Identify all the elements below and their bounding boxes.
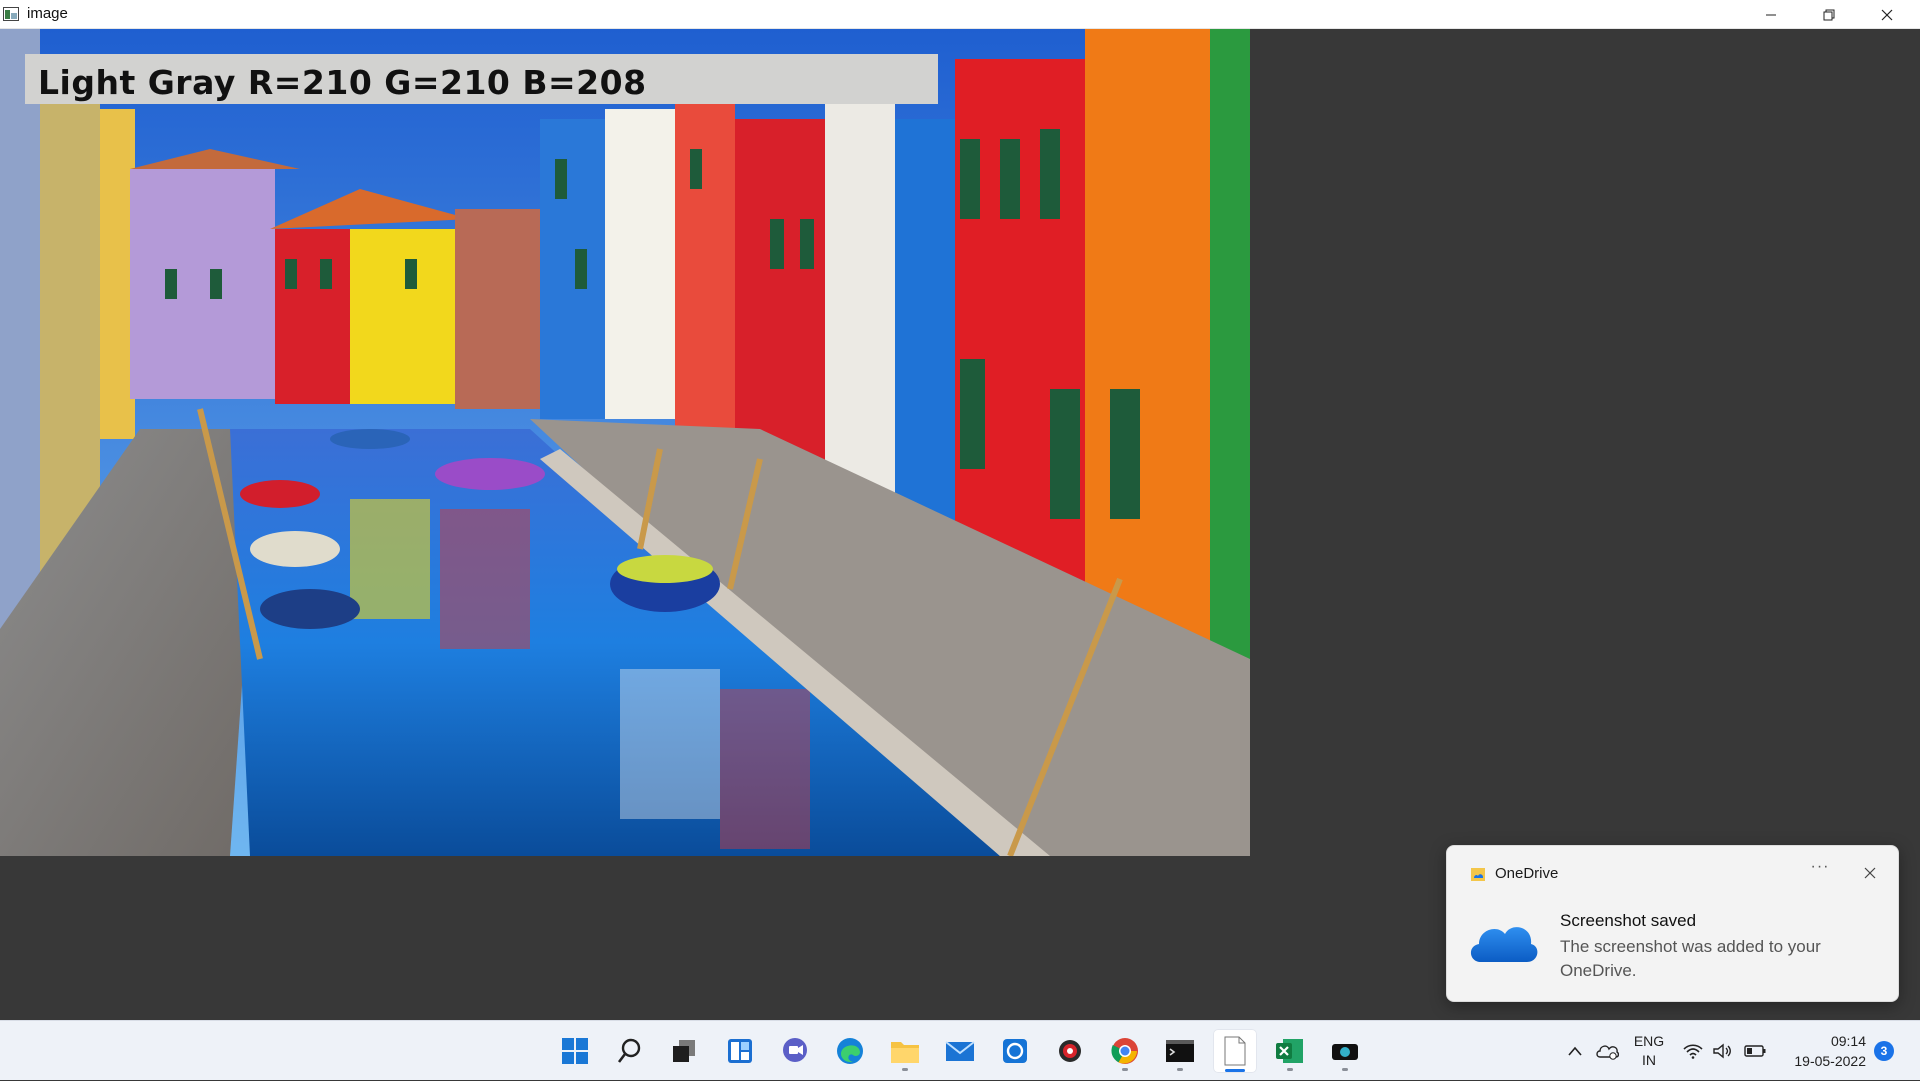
- battery-icon: [1744, 1045, 1766, 1057]
- notification-count-badge[interactable]: 3: [1874, 1041, 1894, 1061]
- toast-close-icon[interactable]: [1860, 863, 1880, 883]
- language-code: ENG: [1633, 1033, 1665, 1049]
- minimize-icon: [1766, 14, 1776, 15]
- widgets-button[interactable]: [718, 1029, 762, 1073]
- more-options-button[interactable]: ···: [1805, 858, 1835, 882]
- start-icon: [562, 1038, 588, 1064]
- running-indicator: [1122, 1068, 1128, 1071]
- edge-button[interactable]: [828, 1029, 872, 1073]
- image-canvas[interactable]: Light Gray R=210 G=210 B=208: [0, 29, 1250, 856]
- mail-icon: [945, 1041, 975, 1061]
- search-button[interactable]: [608, 1029, 652, 1073]
- wifi-icon: [1683, 1044, 1703, 1059]
- active-indicator: [1225, 1069, 1245, 1072]
- close-window-button[interactable]: [1858, 0, 1916, 29]
- task-view-icon: [673, 1040, 695, 1062]
- file-explorer-icon: [891, 1042, 919, 1063]
- terminal-button[interactable]: [1158, 1029, 1202, 1073]
- clock-time: 09:14: [1830, 1033, 1866, 1049]
- restore-button[interactable]: [1800, 0, 1858, 29]
- onedrive-notification[interactable]: OneDrive ··· Screenshot saved The screen…: [1446, 845, 1899, 1002]
- restore-icon: [1823, 9, 1835, 20]
- excel-button[interactable]: [1268, 1029, 1312, 1073]
- onedrive-cloud-icon: [1470, 927, 1538, 962]
- close-icon: [1881, 9, 1893, 20]
- clock-button[interactable]: 09:14 19-05-2022: [1780, 1021, 1866, 1081]
- color-readout-label: Light Gray R=210 G=210 B=208: [38, 63, 647, 102]
- window-title: image: [27, 5, 68, 22]
- window-app-icon: [3, 7, 19, 21]
- toast-app-name: OneDrive: [1495, 865, 1559, 882]
- volume-icon: [1713, 1043, 1731, 1059]
- battery-button[interactable]: [1740, 1021, 1770, 1081]
- store-app-button[interactable]: [993, 1029, 1037, 1073]
- task-view-button[interactable]: [662, 1029, 706, 1073]
- show-hidden-icons-button[interactable]: [1562, 1021, 1588, 1081]
- chat-icon: [783, 1038, 807, 1062]
- canal-photo: [0, 29, 1250, 856]
- onedrive-tray-icon: [1596, 1045, 1619, 1060]
- edge-icon: [837, 1038, 863, 1064]
- running-indicator: [902, 1068, 908, 1071]
- file-explorer-button[interactable]: [883, 1029, 927, 1073]
- camera-button[interactable]: [1323, 1029, 1367, 1073]
- mail-button[interactable]: [938, 1029, 982, 1073]
- onedrive-app-icon: [1471, 868, 1485, 881]
- chat-button[interactable]: [773, 1029, 817, 1073]
- onedrive-tray-button[interactable]: [1592, 1021, 1622, 1081]
- notepad-icon: [1224, 1036, 1246, 1066]
- toast-title: Screenshot saved: [1560, 911, 1697, 930]
- running-indicator: [1342, 1068, 1348, 1071]
- chrome-icon: [1111, 1038, 1138, 1064]
- toast-body: The screenshot was added to your OneDriv…: [1560, 937, 1821, 980]
- search-icon: [617, 1038, 641, 1063]
- language-region: IN: [1642, 1052, 1656, 1068]
- camera-icon: [1332, 1044, 1358, 1060]
- settings-app-button[interactable]: [1048, 1029, 1092, 1073]
- widgets-icon: [728, 1039, 752, 1063]
- app-icon: [1003, 1039, 1027, 1063]
- terminal-icon: [1166, 1040, 1194, 1062]
- excel-icon: [1276, 1039, 1303, 1063]
- clock-date: 19-05-2022: [1794, 1053, 1866, 1069]
- network-button[interactable]: [1680, 1021, 1706, 1081]
- notepad-button[interactable]: [1213, 1029, 1257, 1073]
- window-titlebar: image: [0, 0, 1920, 29]
- running-indicator: [1287, 1068, 1293, 1071]
- minimize-button[interactable]: [1742, 0, 1800, 29]
- running-indicator: [1177, 1068, 1183, 1071]
- taskbar: ENG IN 09:14 19-05-2022 3: [0, 1020, 1920, 1080]
- volume-button[interactable]: [1710, 1021, 1736, 1081]
- start-button[interactable]: [553, 1029, 597, 1073]
- settings-app-icon: [1059, 1040, 1081, 1062]
- chrome-button[interactable]: [1103, 1029, 1147, 1073]
- chevron-up-icon: [1568, 1046, 1582, 1056]
- language-indicator[interactable]: ENG IN: [1628, 1021, 1670, 1081]
